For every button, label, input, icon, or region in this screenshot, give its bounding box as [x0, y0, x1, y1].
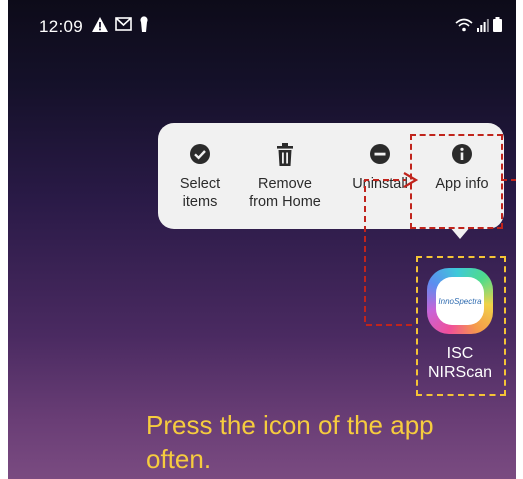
- home-screen: 12:09 Select items Remove from Home Unin…: [8, 0, 516, 479]
- instruction-caption: Press the icon of the app often.: [146, 410, 434, 474]
